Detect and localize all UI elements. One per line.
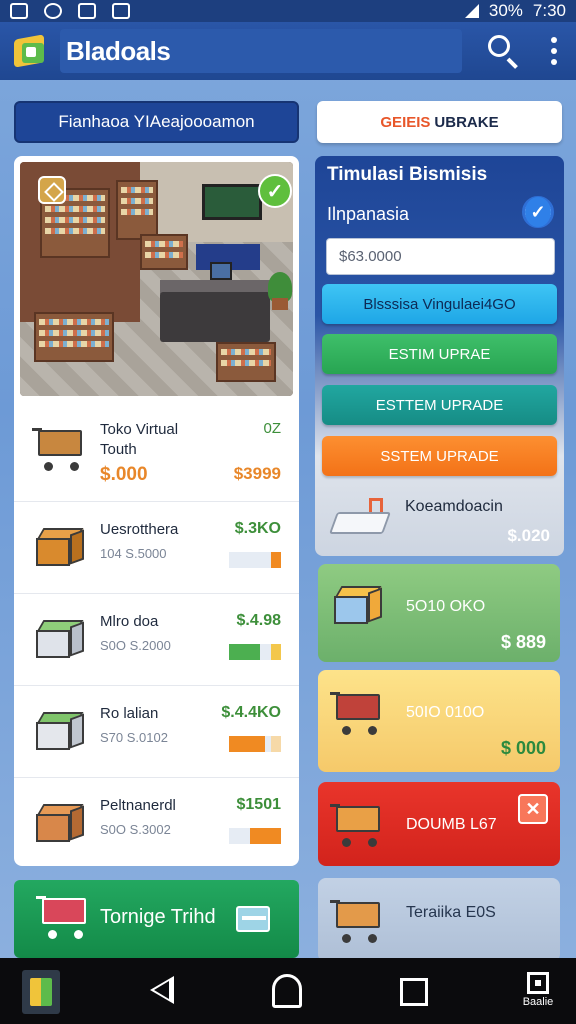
shopping-cart-icon (32, 424, 88, 474)
shopping-cart-icon (330, 688, 386, 738)
app-title: Bladoals (60, 29, 462, 73)
progress-bar (229, 736, 281, 752)
system-upgrade-button-green[interactable]: ESTIM UPRAE (322, 334, 557, 374)
shopping-cart-icon (330, 896, 386, 946)
box-icon (32, 800, 88, 850)
close-icon[interactable]: ✕ (518, 794, 548, 824)
sink-icon (328, 498, 392, 538)
verified-check-icon[interactable]: ✓ (258, 174, 292, 208)
item-name: Peltnanerdl (100, 797, 176, 814)
app-bar: Bladoals (0, 22, 576, 80)
notification-icon (10, 3, 28, 19)
overflow-menu-button[interactable] (544, 29, 564, 73)
list-item[interactable]: Toko Virtual Touth 0Z $.000 $3999 (14, 402, 299, 502)
battery-level: 30% (488, 1, 523, 20)
search-button[interactable] (482, 29, 526, 73)
checkout-label: Tornige Trihd (100, 906, 216, 928)
facility-price: $.020 (507, 526, 550, 545)
message-icon (78, 3, 96, 19)
shopping-cart-icon (36, 892, 92, 942)
store-scene-image[interactable]: ✓ (20, 162, 293, 396)
amount-input[interactable]: $63.0000 (326, 238, 555, 275)
item-price: $1501 (236, 796, 282, 813)
item-subtitle: S0O S.3002 (100, 822, 171, 837)
simulation-panel: Timulasi Bismisis Ilnpanasia ✓ $63.0000 … (315, 156, 564, 556)
cart-card[interactable]: 50IO 010O $ 000 (318, 670, 560, 772)
finance-tab-button[interactable]: Fianhaoa YIAeajoooamon (14, 101, 299, 143)
alert-card[interactable]: DOUMB L67 ✕ (318, 782, 560, 866)
confirm-check-icon[interactable]: ✓ (522, 196, 554, 228)
recent-apps-icon[interactable] (400, 978, 428, 1006)
checkout-button[interactable]: Tornige Trihd (14, 880, 299, 958)
signal-icon (464, 4, 479, 18)
progress-bar (229, 644, 281, 660)
system-upgrade-button-teal[interactable]: ESTTEM UPRADE (322, 385, 557, 425)
item-price: $.3KO (234, 520, 281, 537)
item-percent: 0Z (263, 420, 281, 437)
item-name: Mlro doa (100, 613, 159, 630)
scan-button[interactable]: Baalie (518, 972, 558, 1008)
category-badge-icon[interactable] (38, 176, 66, 204)
facility-label: Koeamdoacin (405, 498, 503, 515)
item-subtitle: 104 S.5000 (100, 546, 167, 561)
product-list: Toko Virtual Touth 0Z $.000 $3999 Uesrot… (14, 402, 299, 866)
scan-label: Baalie (522, 996, 554, 1008)
card-label: DOUMB L67 (406, 816, 497, 833)
item-price: $.4.4KO (221, 704, 281, 721)
app-shortcut-icon[interactable] (22, 970, 60, 1014)
progress-bar (229, 828, 281, 844)
card-value: $ 000 (500, 738, 546, 758)
system-upgrade-button-orange[interactable]: SSTEM UPRADE (322, 436, 557, 476)
card-label: 50IO 010O (406, 704, 485, 721)
app-logo-icon (12, 33, 48, 69)
info-card[interactable]: Teraiika E0S (318, 878, 560, 962)
business-upgrade-button[interactable]: Blsssisa Vingulaei4GO (322, 284, 557, 324)
panel-title: Timulasi Bismisis (327, 164, 488, 185)
alarm-icon (44, 3, 62, 19)
store-panel: ✓ Toko Virtual Touth 0Z $.000 $3999 Uesr… (14, 156, 299, 866)
list-item[interactable]: Mlro doa S0O S.2000 $.4.98 (14, 594, 299, 686)
stock-card[interactable]: 5O10 OKO $ 889 (318, 564, 560, 662)
box-icon (32, 616, 88, 666)
list-item[interactable]: Peltnanerdl S0O S.3002 $1501 (14, 778, 299, 866)
card-label: 5O10 OKO (406, 598, 486, 615)
upgrade-tab-button[interactable]: GEIEIS UBRAKE (317, 101, 562, 143)
upgrade-accent-label: GEIEIS (380, 113, 431, 131)
clock: 7:30 (532, 1, 566, 20)
box-icon (32, 708, 88, 758)
status-bar: 30% 7:30 (0, 0, 576, 22)
item-subtitle: S70 S.0102 (100, 730, 168, 745)
item-name: Toko Virtual Touth (100, 421, 179, 458)
boxes-icon (330, 582, 384, 628)
gallery-icon (112, 3, 130, 19)
shopping-cart-icon (330, 800, 386, 850)
payment-card-icon (236, 906, 270, 932)
item-cost: $.000 (100, 464, 148, 485)
item-name: Ro lalian (100, 705, 159, 722)
item-price: $3999 (233, 464, 281, 483)
list-item[interactable]: Ro lalian S70 S.0102 $.4.4KO (14, 686, 299, 778)
home-icon[interactable] (272, 974, 302, 1008)
progress-bar (229, 552, 281, 568)
box-icon (32, 524, 88, 574)
item-subtitle: S0O S.2000 (100, 638, 171, 653)
item-price: $.4.98 (236, 612, 281, 629)
card-value: $ 889 (500, 632, 546, 652)
card-label: Teraiika E0S (406, 904, 496, 921)
panel-subtitle: Ilnpanasia (327, 204, 410, 224)
search-icon (488, 35, 510, 57)
qr-code-icon (527, 972, 549, 994)
upgrade-label: UBRAKE (434, 113, 499, 131)
item-name: Uesrotthera (100, 521, 179, 538)
list-item[interactable]: Uesrotthera 104 S.5000 $.3KO (14, 502, 299, 594)
